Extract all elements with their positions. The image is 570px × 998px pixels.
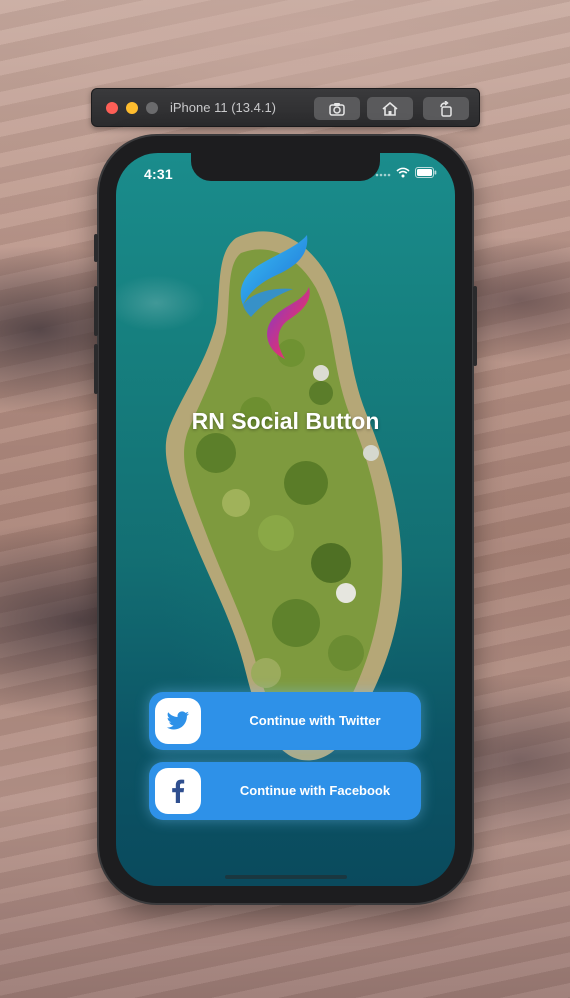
status-time: 4:31 [144, 166, 173, 182]
screenshot-icon [329, 102, 345, 116]
twitter-icon [166, 711, 190, 730]
continue-with-twitter-button[interactable]: Continue with Twitter [149, 692, 421, 750]
rotate-icon [440, 100, 452, 117]
battery-icon [415, 167, 437, 178]
app-title: RN Social Button [191, 408, 380, 434]
app-logo [240, 235, 310, 359]
facebook-button-label: Continue with Facebook [239, 783, 391, 798]
device-notch [191, 153, 380, 181]
minimize-window-button[interactable] [126, 102, 138, 114]
volume-up-button [94, 286, 98, 336]
simulator-title-bar: iPhone 11 (13.4.1) [91, 88, 480, 127]
app-screen: 4:31 RN Social Button Continue with Twit… [116, 153, 455, 886]
silent-switch [94, 234, 98, 262]
facebook-icon-container [155, 768, 201, 814]
rotate-button[interactable] [423, 97, 469, 120]
wifi-icon [396, 167, 410, 178]
home-indicator[interactable] [225, 875, 347, 879]
continue-with-facebook-button[interactable]: Continue with Facebook [149, 762, 421, 820]
home-button[interactable] [367, 97, 413, 120]
twitter-icon-container [155, 698, 201, 744]
facebook-icon [172, 779, 185, 803]
screenshot-button[interactable] [314, 97, 360, 120]
simulator-title: iPhone 11 (13.4.1) [170, 100, 276, 115]
iphone-frame: 4:31 RN Social Button Continue with Twit… [94, 136, 477, 903]
twitter-button-label: Continue with Twitter [249, 713, 381, 728]
volume-down-button [94, 344, 98, 394]
power-button [473, 286, 477, 366]
home-icon [382, 101, 398, 116]
signal-icon [375, 173, 391, 176]
zoom-window-button[interactable] [146, 102, 158, 114]
status-icons [375, 167, 437, 178]
close-window-button[interactable] [106, 102, 118, 114]
